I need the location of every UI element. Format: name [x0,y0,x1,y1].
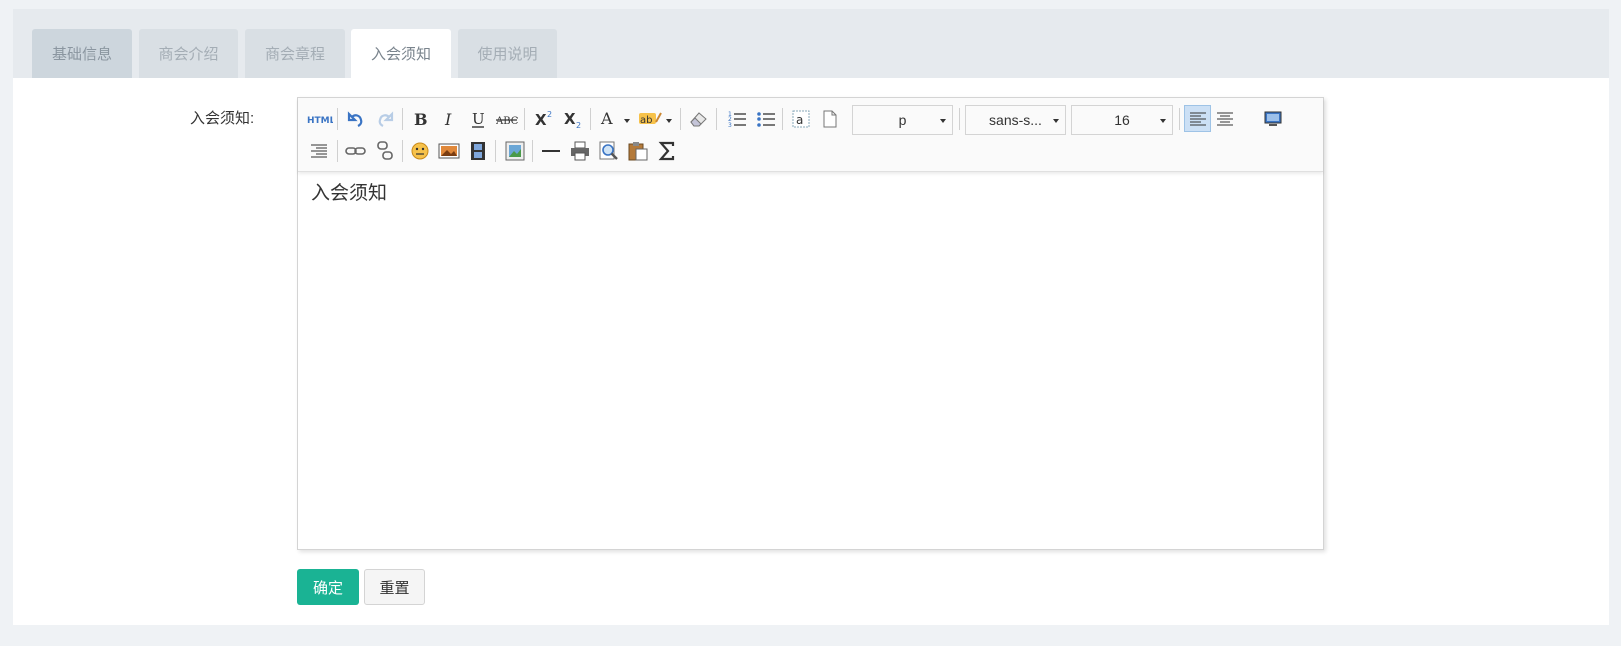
toolbar-separator [337,108,338,130]
rich-text-editor: HTML B I U ABC X2 X 2 A ab 1 2 3 a p san… [297,97,1324,550]
strikethrough-icon[interactable]: ABC [495,107,519,131]
editor-toolbar: HTML B I U ABC X2 X 2 A ab 1 2 3 a p san… [298,98,1323,172]
toolbar-separator [590,108,591,130]
unordered-list-icon[interactable] [754,107,778,131]
emoticon-icon[interactable] [408,139,432,163]
svg-text:2: 2 [576,121,581,128]
ordered-list-icon[interactable]: 123 [725,107,749,131]
paste-icon[interactable] [626,139,650,163]
eraser-icon[interactable] [687,107,711,131]
svg-text:U: U [472,110,485,128]
tab-membership-notice[interactable]: 入会须知 [351,29,451,78]
formula-sigma-icon[interactable] [655,139,679,163]
svg-text:A: A [600,110,613,128]
toolbar-separator [532,140,533,162]
tab-bar: 基础信息 商会介绍 商会章程 入会须知 使用说明 [13,9,1609,78]
link-icon[interactable] [344,139,368,163]
anchor-icon[interactable]: a [789,107,813,131]
font-family-select[interactable]: sans-s... [965,105,1066,135]
tab-usage-guide[interactable]: 使用说明 [458,29,557,78]
toolbar-separator [782,108,783,130]
svg-text:ABC: ABC [496,116,518,127]
preview-icon[interactable] [597,139,621,163]
toolbar-separator [1179,108,1180,130]
font-size-select[interactable]: 16 [1071,105,1173,135]
unlink-icon[interactable] [373,139,397,163]
toolbar-separator [959,108,960,130]
svg-text:2: 2 [547,110,552,119]
toolbar-separator [524,108,525,130]
editor-content[interactable]: 入会须知 [311,178,387,205]
align-center-icon[interactable] [1213,107,1237,131]
tab-chamber-intro[interactable]: 商会介绍 [139,29,238,78]
underline-icon[interactable]: U [466,107,490,131]
italic-icon[interactable]: I [437,107,461,131]
superscript-icon[interactable]: X2 [532,107,556,131]
svg-text:I: I [444,110,452,128]
svg-text:X: X [535,111,547,128]
svg-text:a: a [796,113,803,127]
tab-basic-info[interactable]: 基础信息 [32,29,132,78]
reset-button[interactable]: 重置 [364,569,425,605]
toolbar-separator [402,108,403,130]
bold-icon[interactable]: B [408,107,432,131]
svg-text:ab: ab [640,115,652,126]
svg-text:3: 3 [728,122,732,128]
toolbar-separator [495,140,496,162]
media-icon[interactable] [466,139,490,163]
form-panel: 基础信息 商会介绍 商会章程 入会须知 使用说明 入会须知: HTML B I [13,9,1609,625]
print-icon[interactable] [568,139,592,163]
chevron-down-icon [940,119,946,123]
toolbar-separator [716,108,717,130]
subscript-icon[interactable]: X2 [561,107,585,131]
paragraph-format-select[interactable]: p [852,105,953,135]
toolbar-separator [337,140,338,162]
new-page-icon[interactable] [818,107,842,131]
confirm-button[interactable]: 确定 [297,569,359,605]
tab-chamber-charter[interactable]: 商会章程 [245,29,345,78]
align-left-icon[interactable] [1184,105,1211,132]
highlight-color-icon[interactable]: ab [638,107,676,131]
svg-text:B: B [414,110,428,128]
multi-image-icon[interactable] [503,139,527,163]
chevron-down-icon [1160,119,1166,123]
toolbar-separator [402,140,403,162]
svg-text:X: X [564,110,576,128]
toolbar-separator [680,108,681,130]
undo-icon[interactable] [344,107,368,131]
horizontal-rule-icon[interactable] [539,139,563,163]
html-source-icon[interactable]: HTML [306,107,334,131]
redo-icon[interactable] [373,107,397,131]
field-label: 入会须知: [190,110,255,127]
align-right-icon[interactable] [307,139,331,163]
svg-text:HTML: HTML [307,116,333,125]
fullscreen-icon[interactable] [1261,107,1285,131]
image-icon[interactable] [437,139,461,163]
chevron-down-icon [1053,119,1059,123]
font-color-icon[interactable]: A [598,107,634,131]
